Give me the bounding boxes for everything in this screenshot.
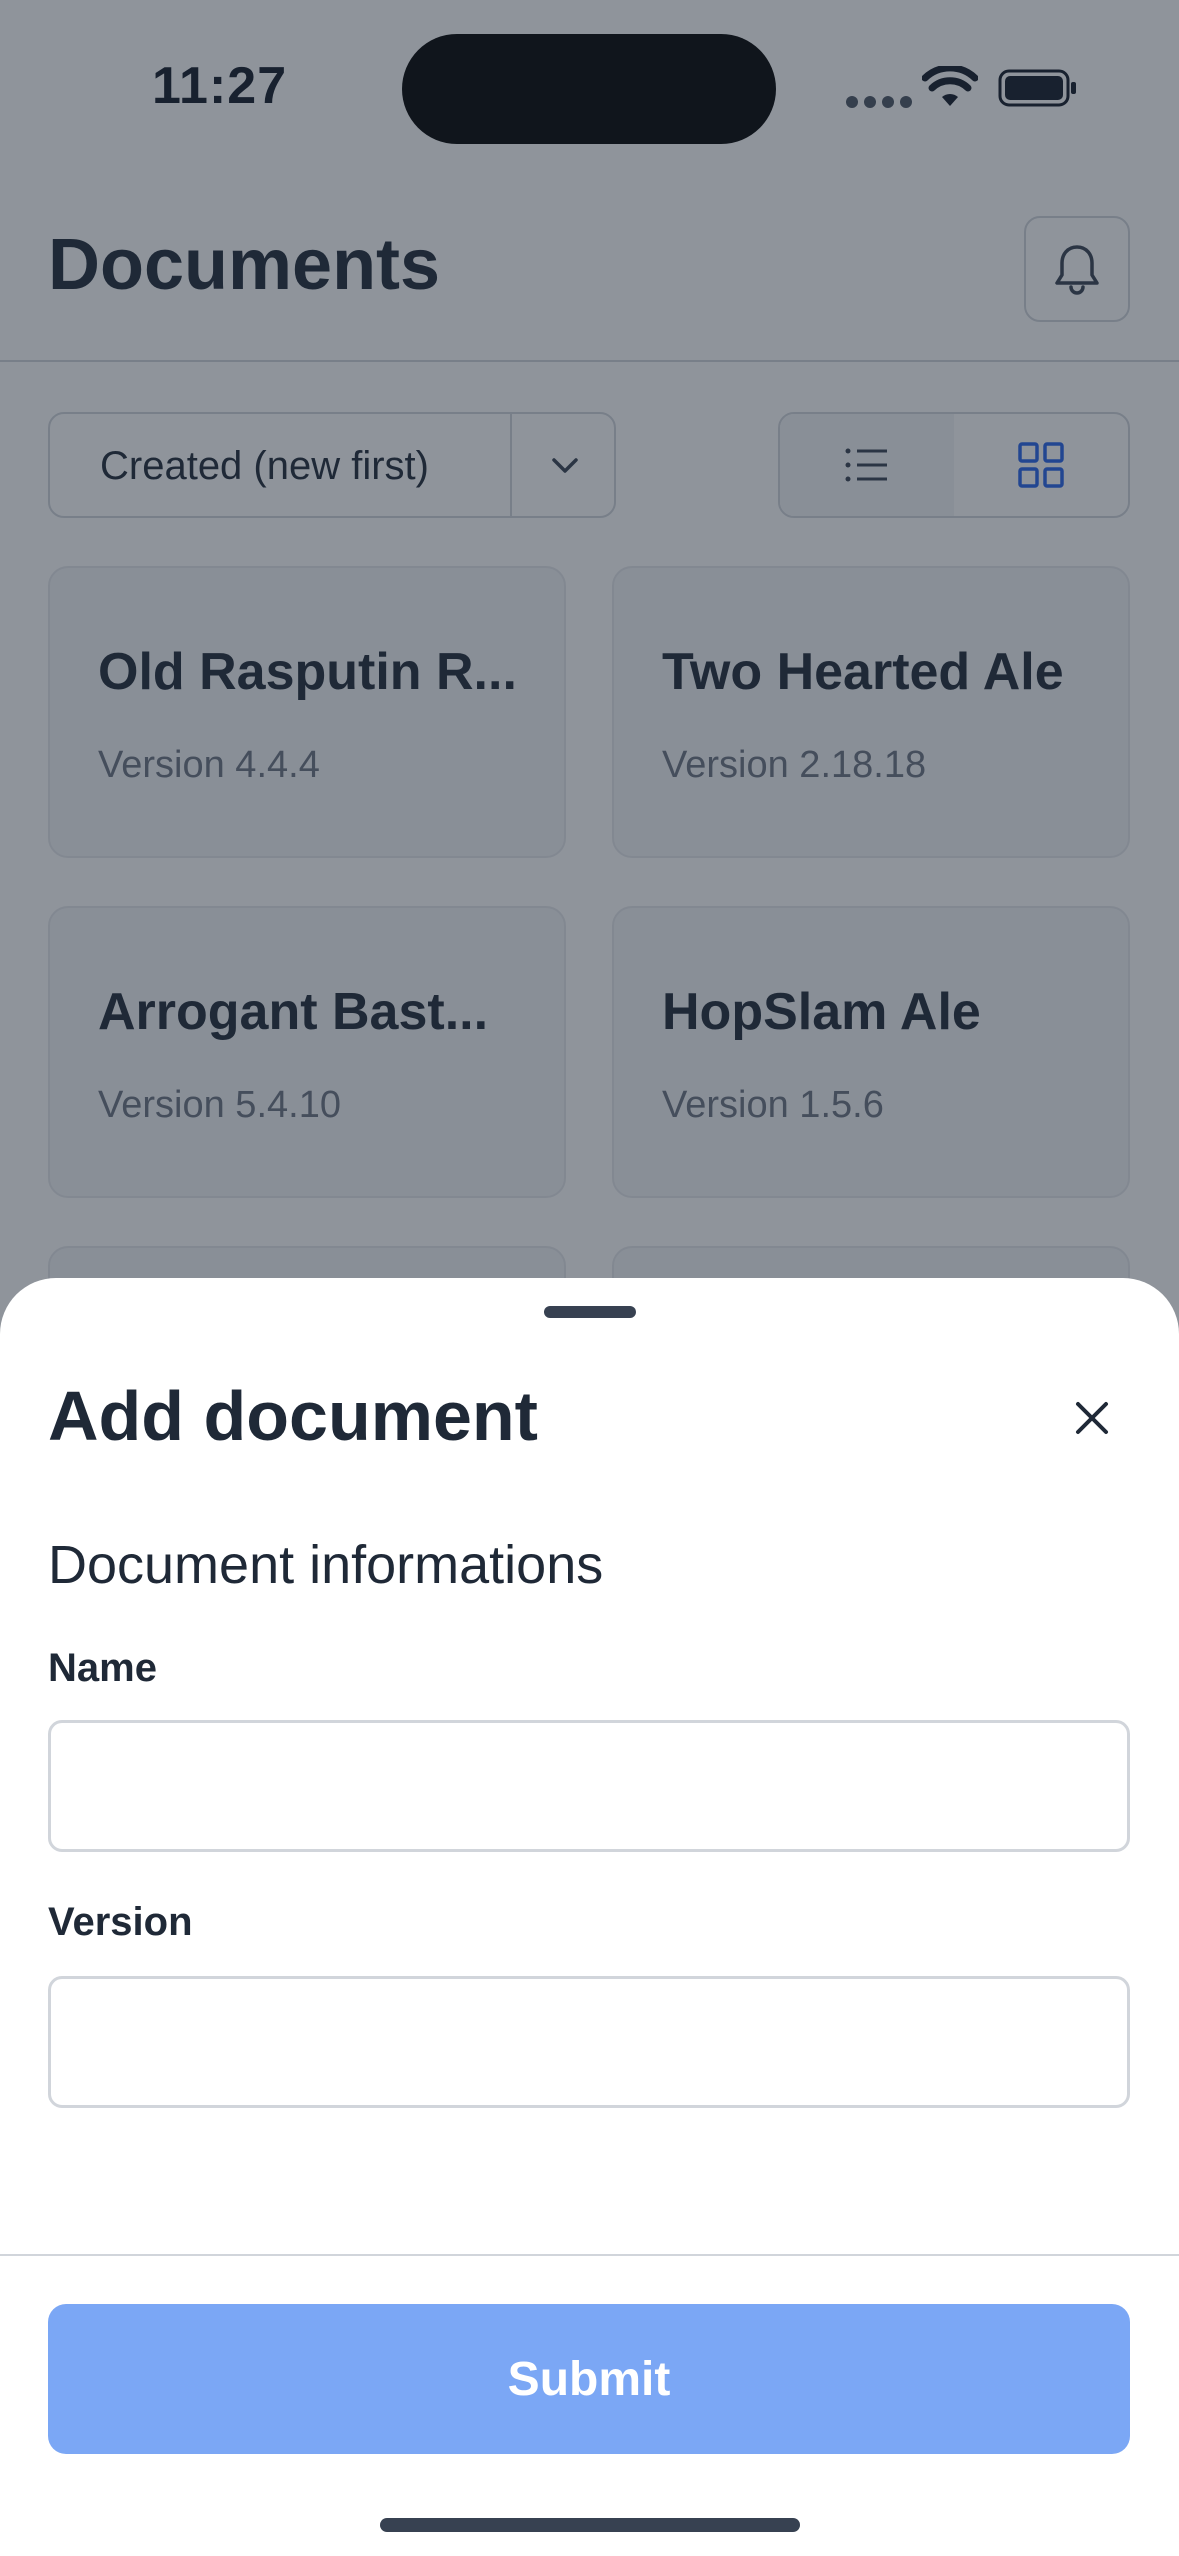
section-title: Document informations [48,1535,604,1595]
version-input[interactable] [48,1976,1130,2108]
version-label: Version [48,1900,193,1944]
close-button[interactable] [1064,1390,1120,1446]
home-indicator [380,2518,800,2532]
add-document-sheet: Add document Document informations Name … [0,1278,1179,2556]
name-input[interactable] [48,1720,1130,1852]
sheet-title: Add document [48,1377,538,1455]
footer-divider [0,2254,1179,2256]
close-icon [1076,1402,1108,1434]
name-label: Name [48,1646,157,1690]
sheet-drag-handle[interactable] [544,1306,636,1318]
submit-button[interactable]: Submit [48,2304,1130,2454]
